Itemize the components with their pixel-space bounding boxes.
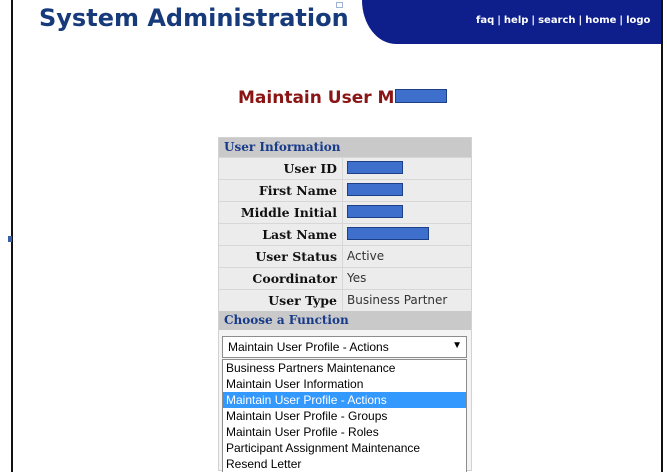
info-value bbox=[343, 224, 429, 245]
nav-separator: | bbox=[619, 15, 624, 26]
info-row-user-status: User Status Active bbox=[219, 245, 471, 267]
redaction-block bbox=[347, 205, 403, 218]
redaction-block bbox=[347, 227, 429, 240]
info-value: Business Partner bbox=[347, 293, 448, 307]
info-label: Middle Initial bbox=[219, 202, 343, 223]
info-row-middle-initial: Middle Initial bbox=[219, 201, 471, 223]
function-select[interactable]: Maintain User Profile - Actions ▼ bbox=[222, 336, 467, 358]
info-label: Coordinator bbox=[219, 268, 343, 289]
function-option[interactable]: Maintain User Information bbox=[223, 376, 466, 392]
nav-link-faq[interactable]: faq bbox=[476, 15, 494, 26]
function-option-highlighted[interactable]: Maintain User Profile - Actions bbox=[223, 392, 466, 408]
info-row-coordinator: Coordinator Yes bbox=[219, 267, 471, 289]
info-label: User Type bbox=[219, 290, 343, 311]
info-label: Last Name bbox=[219, 224, 343, 245]
title-decoration-icon bbox=[336, 2, 343, 8]
nav-separator: | bbox=[578, 15, 583, 26]
info-value bbox=[343, 202, 403, 223]
info-value bbox=[343, 158, 403, 179]
nav-link-home[interactable]: home bbox=[585, 15, 616, 26]
info-value: Yes bbox=[347, 271, 367, 285]
info-value: Active bbox=[347, 249, 385, 263]
right-frame-border bbox=[661, 0, 663, 472]
redaction-block bbox=[347, 183, 403, 196]
top-nav-links: faq | help | search | home | logo bbox=[476, 15, 650, 26]
page-heading: Maintain User M bbox=[238, 88, 448, 108]
choose-function-header: Choose a Function bbox=[219, 311, 471, 330]
page-heading-text: Maintain User M bbox=[238, 88, 395, 108]
info-label: User ID bbox=[219, 158, 343, 179]
info-row-user-type: User Type Business Partner bbox=[219, 289, 471, 311]
redaction-block bbox=[347, 161, 403, 174]
info-row-last-name: Last Name bbox=[219, 223, 471, 245]
function-option[interactable]: Resend Letter bbox=[223, 456, 466, 472]
info-row-first-name: First Name bbox=[219, 179, 471, 201]
dropdown-arrow-icon[interactable]: ▼ bbox=[452, 340, 462, 351]
info-label: First Name bbox=[219, 180, 343, 201]
function-option[interactable]: Maintain User Profile - Roles bbox=[223, 424, 466, 440]
user-information-header: User Information bbox=[219, 138, 471, 157]
function-option[interactable]: Business Partners Maintenance bbox=[223, 360, 466, 376]
info-row-user-id: User ID bbox=[219, 157, 471, 179]
app-title: System Administration bbox=[39, 4, 349, 32]
nav-separator: | bbox=[531, 15, 536, 26]
info-value bbox=[343, 180, 403, 201]
nav-link-help[interactable]: help bbox=[504, 15, 529, 26]
nav-link-logout[interactable]: logo bbox=[626, 15, 650, 26]
info-label: User Status bbox=[219, 246, 343, 267]
function-option[interactable]: Participant Assignment Maintenance bbox=[223, 440, 466, 456]
function-option[interactable]: Maintain User Profile - Groups bbox=[223, 408, 466, 424]
function-select-value: Maintain User Profile - Actions bbox=[228, 340, 389, 354]
nav-link-search[interactable]: search bbox=[538, 15, 575, 26]
left-edge-marker bbox=[8, 236, 12, 242]
redaction-block bbox=[395, 89, 448, 103]
nav-separator: | bbox=[497, 15, 501, 26]
function-options-list[interactable]: Business Partners Maintenance Maintain U… bbox=[222, 359, 467, 472]
